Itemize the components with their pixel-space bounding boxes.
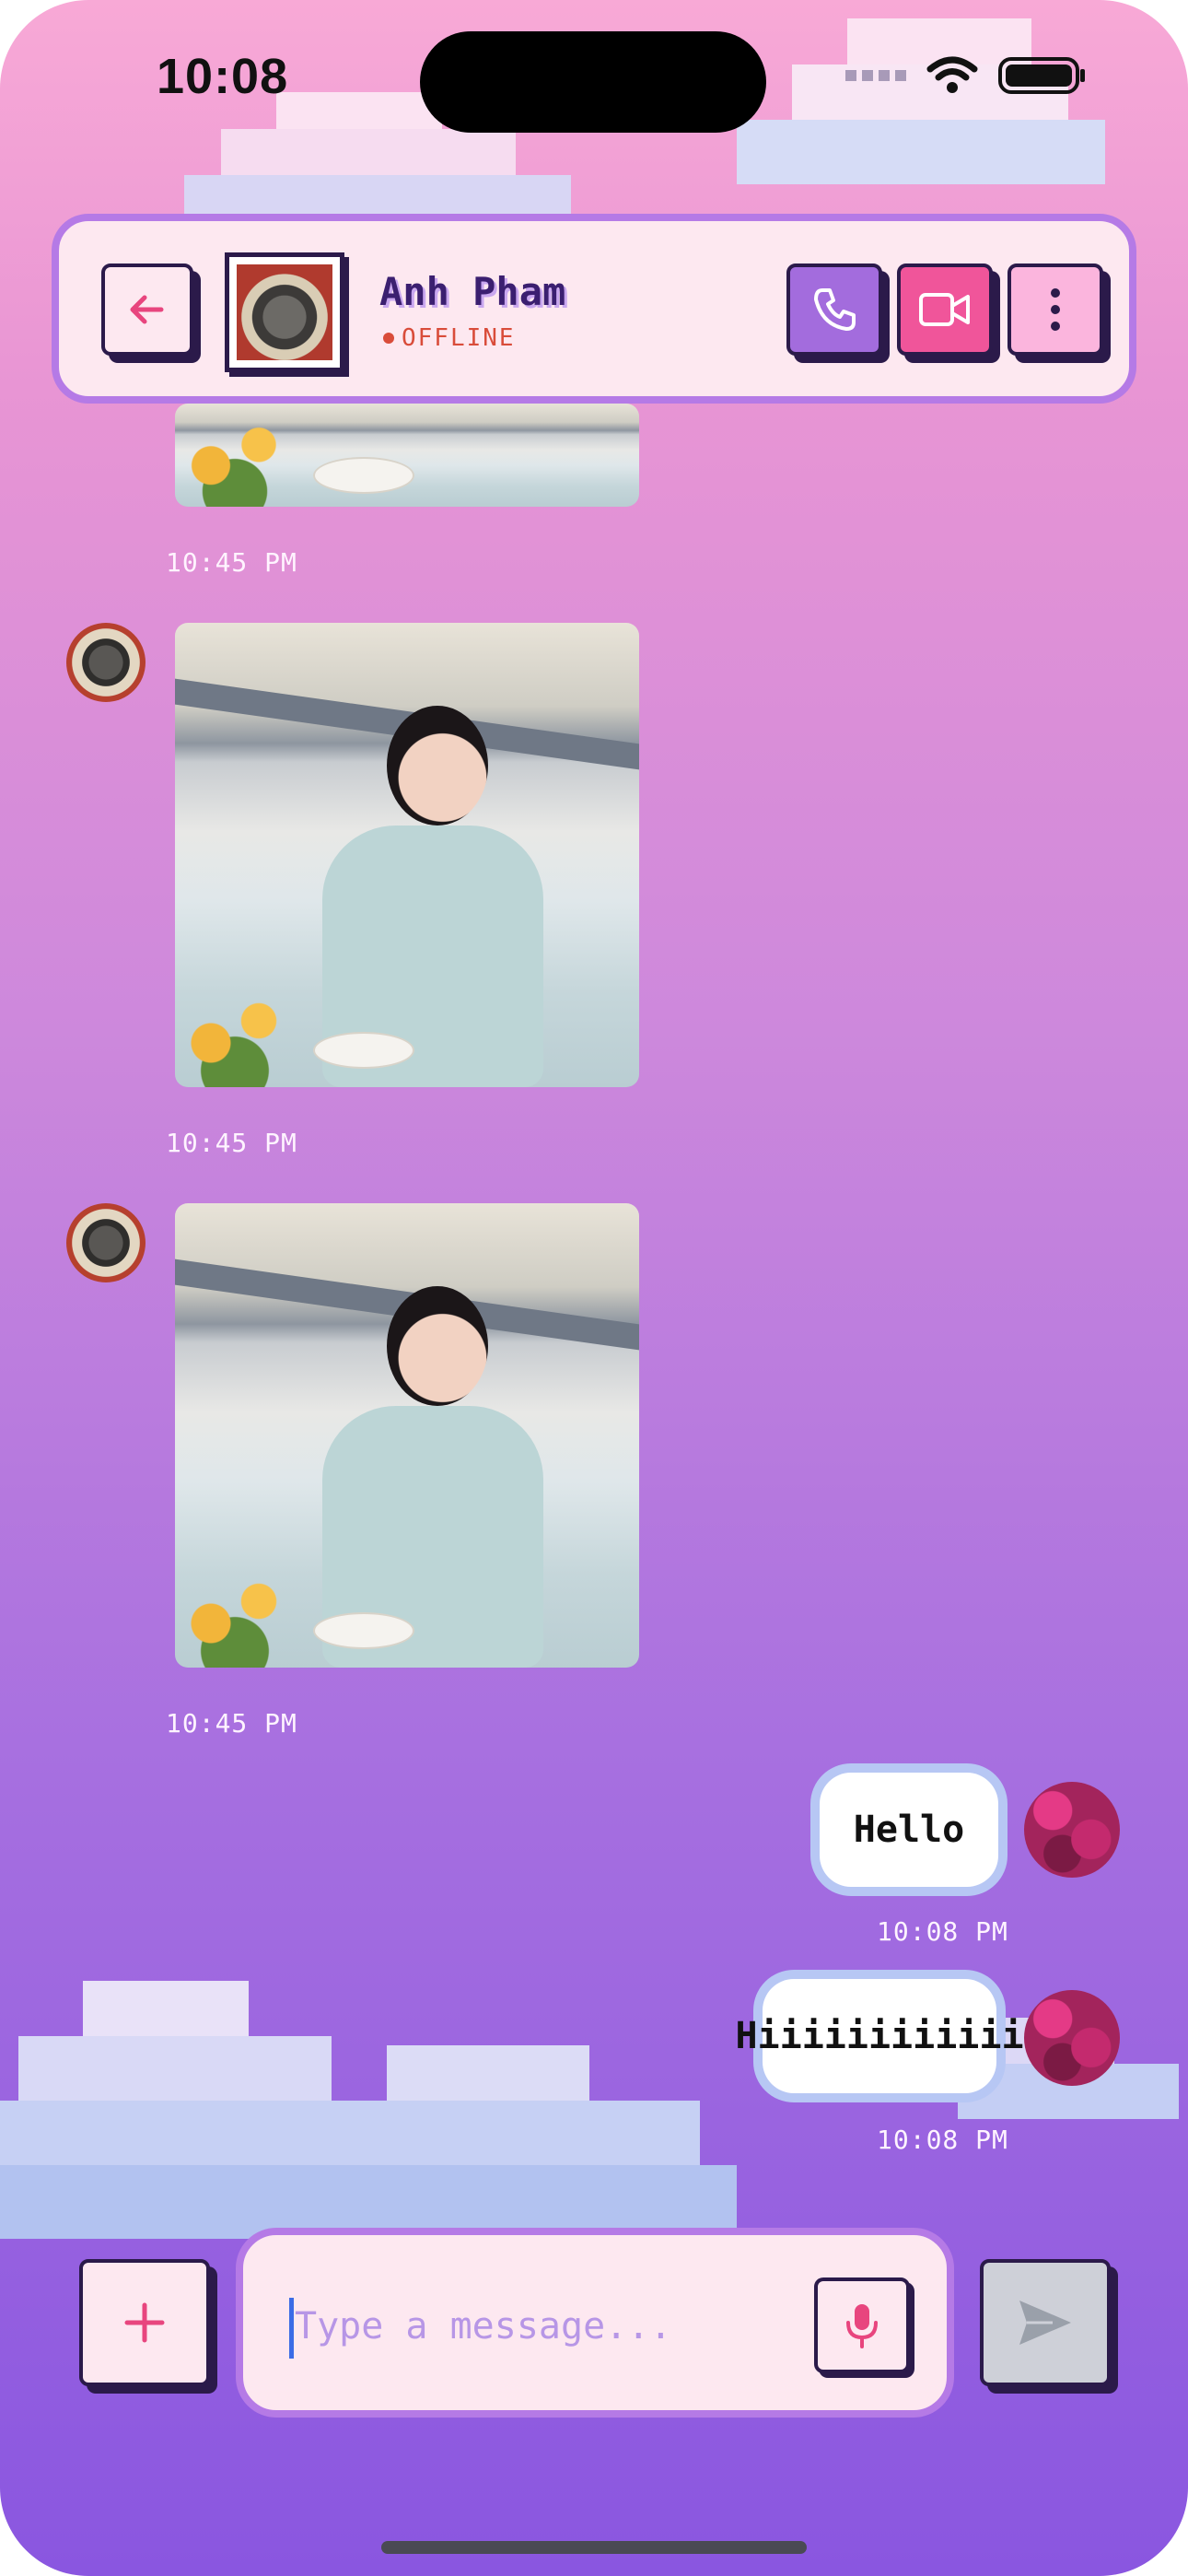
send-icon	[1019, 2301, 1071, 2345]
chat-header: Anh Pham OFFLINE	[52, 214, 1136, 404]
message-image[interactable]	[175, 404, 639, 507]
voice-call-button[interactable]	[786, 263, 882, 356]
message-input-container[interactable]: Type a message...	[236, 2228, 954, 2418]
back-button[interactable]	[101, 263, 193, 356]
chat-screen: 10:08 Anh Pham OFFLINE 10:45 PM 10:45 PM…	[0, 0, 1188, 2576]
cloud-decoration-top-right	[737, 18, 1105, 184]
message-input[interactable]: Type a message...	[295, 2305, 671, 2348]
status-icons	[845, 55, 1087, 96]
message-image[interactable]	[175, 623, 639, 1087]
avatar-image	[237, 264, 332, 360]
arrow-left-icon	[130, 295, 164, 324]
battery-icon	[998, 57, 1085, 94]
message-timestamp: 10:45 PM	[166, 547, 297, 578]
contact-message-avatar[interactable]	[66, 1203, 146, 1282]
contact-status-label: OFFLINE	[402, 324, 516, 352]
more-options-button[interactable]	[1007, 263, 1103, 356]
wifi-icon	[926, 56, 978, 93]
my-avatar[interactable]	[1024, 1990, 1120, 2086]
voice-record-button[interactable]	[814, 2277, 910, 2373]
microphone-icon	[846, 2304, 878, 2348]
more-vertical-icon	[1051, 288, 1060, 331]
contact-status: OFFLINE	[383, 324, 516, 352]
add-attachment-button[interactable]	[79, 2259, 210, 2386]
cloud-decoration-bottom	[0, 1981, 755, 2239]
home-indicator[interactable]	[381, 2541, 807, 2554]
message-bubble-sent[interactable]: Hello	[820, 1773, 998, 1887]
video-camera-icon	[919, 293, 970, 326]
my-avatar[interactable]	[1024, 1782, 1120, 1878]
message-timestamp: 10:45 PM	[166, 1128, 297, 1158]
status-time: 10:08	[157, 49, 289, 104]
cellular-signal-icon	[845, 70, 906, 81]
phone-icon	[814, 288, 856, 331]
text-caret	[289, 2298, 294, 2359]
send-button[interactable]	[980, 2259, 1111, 2386]
message-timestamp: 10:08 PM	[877, 2125, 1008, 2155]
message-timestamp: 10:08 PM	[877, 1916, 1008, 1947]
contact-message-avatar[interactable]	[66, 623, 146, 702]
plus-icon	[124, 2302, 165, 2343]
video-call-button[interactable]	[897, 263, 993, 356]
contact-avatar[interactable]	[225, 252, 344, 372]
dynamic-island	[420, 31, 766, 133]
message-timestamp: 10:45 PM	[166, 1708, 297, 1739]
status-dot-icon	[383, 333, 394, 344]
message-bubble-sent[interactable]: Hiiiiiiiiiiii	[735, 1979, 1024, 2093]
contact-name: Anh Pham	[379, 269, 566, 314]
message-image[interactable]	[175, 1203, 639, 1668]
